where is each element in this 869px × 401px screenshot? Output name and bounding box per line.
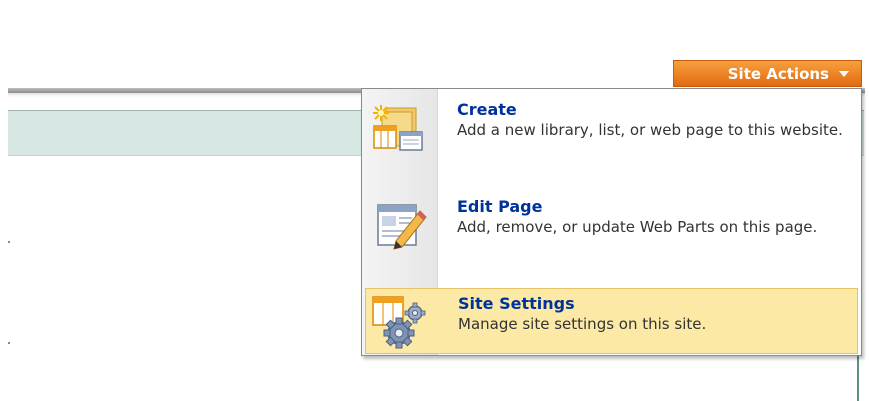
- menu-item-title: Site Settings: [458, 294, 575, 313]
- menu-item-description: Add, remove, or update Web Parts on this…: [457, 218, 818, 236]
- menu-item-edit-page[interactable]: Edit Page Add, remove, or update Web Par…: [365, 191, 858, 283]
- edit-page-icon: [368, 199, 434, 251]
- menu-item-description: Add a new library, list, or web page to …: [457, 121, 843, 139]
- site-settings-icon: [369, 293, 435, 349]
- site-actions-menu: Create Add a new library, list, or web p…: [361, 88, 862, 356]
- left-edge-marker: [8, 342, 10, 344]
- site-actions-button[interactable]: Site Actions: [673, 60, 862, 87]
- create-icon: [368, 102, 434, 154]
- site-actions-label: Site Actions: [727, 64, 829, 83]
- menu-item-description: Manage site settings on this site.: [458, 315, 707, 333]
- left-edge-marker: [8, 241, 10, 243]
- menu-item-site-settings[interactable]: Site Settings Manage site settings on th…: [365, 288, 858, 354]
- menu-item-title: Create: [457, 100, 517, 119]
- menu-item-title: Edit Page: [457, 197, 543, 216]
- navigation-bar: [8, 110, 366, 156]
- menu-item-create[interactable]: Create Add a new library, list, or web p…: [365, 94, 858, 186]
- dropdown-arrow-icon: [839, 70, 849, 77]
